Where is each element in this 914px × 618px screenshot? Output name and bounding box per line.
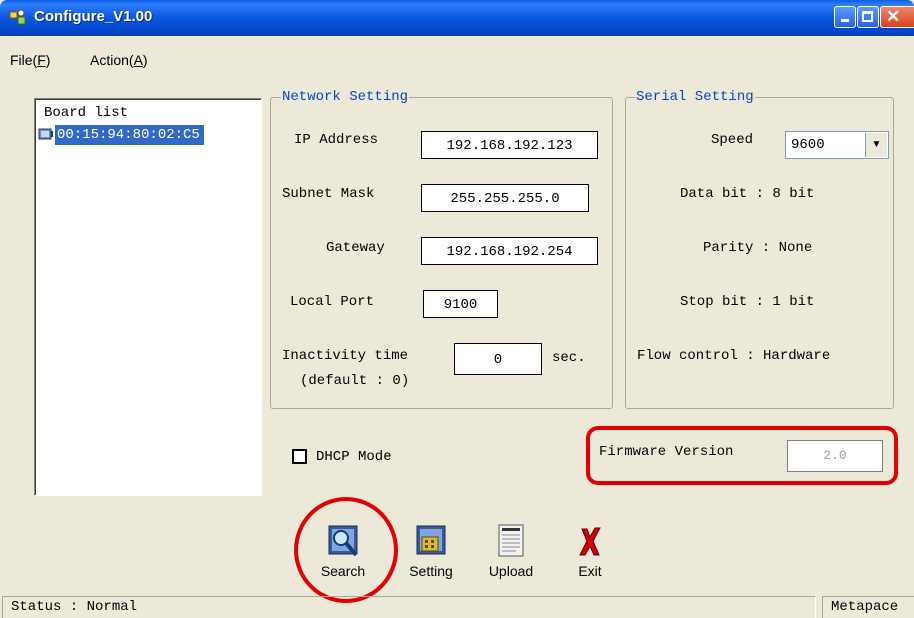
data-bit-text: Data bit : 8 bit (680, 186, 815, 202)
title-bar[interactable]: Configure_V1.00 (0, 0, 914, 36)
inactivity-unit-label: sec. (552, 350, 586, 366)
local-port-input[interactable]: 9100 (423, 290, 498, 318)
inactivity-time-label: Inactivity time (282, 348, 409, 364)
dhcp-label: DHCP Mode (316, 449, 392, 465)
speed-value: 9600 (791, 137, 825, 153)
exit-label: Exit (578, 563, 602, 579)
stop-bit-text: Stop bit : 1 bit (680, 294, 815, 310)
serial-setting-title: Serial Setting (635, 89, 755, 105)
status-company: Metapace (822, 596, 914, 618)
firmware-highlight-annotation (586, 426, 898, 485)
dhcp-checkbox[interactable] (292, 449, 307, 464)
setting-icon (416, 525, 446, 555)
menu-file[interactable]: File(F) (10, 52, 50, 68)
gateway-label: Gateway (326, 240, 385, 256)
subnet-mask-label: Subnet Mask (282, 186, 375, 202)
parity-text: Parity : None (703, 240, 813, 256)
speed-select[interactable]: 9600 ▼ (785, 131, 889, 159)
status-bar: Status : Normal Metapace (0, 594, 914, 618)
upload-label: Upload (488, 563, 534, 579)
ip-address-label: IP Address (294, 132, 379, 148)
window-title: Configure_V1.00 (34, 8, 153, 25)
board-icon (38, 128, 53, 140)
network-setting-title: Network Setting (281, 89, 410, 105)
inactivity-time-input[interactable]: 0 (454, 343, 542, 375)
upload-icon (498, 524, 524, 557)
speed-label: Speed (711, 132, 754, 148)
board-list-item[interactable]: 00:15:94:80:02:C5 (55, 125, 204, 145)
exit-x-icon (579, 527, 601, 556)
setting-button[interactable]: Setting (398, 515, 464, 585)
setting-label: Setting (409, 563, 453, 579)
close-button[interactable] (880, 6, 914, 28)
subnet-mask-input[interactable]: 255.255.255.0 (421, 184, 589, 212)
menu-action[interactable]: Action(A) (90, 52, 148, 68)
chevron-down-icon[interactable]: ▼ (865, 133, 887, 157)
gateway-input[interactable]: 192.168.192.254 (421, 237, 598, 265)
status-label: Status : Normal (11, 599, 138, 615)
local-port-label: Local Port (290, 294, 375, 310)
maximize-button[interactable] (857, 6, 879, 28)
exit-button[interactable]: Exit (557, 515, 623, 585)
inactivity-default-label: (default : 0) (300, 373, 410, 389)
board-list[interactable]: Board list (34, 98, 262, 496)
upload-button[interactable]: Upload (478, 515, 544, 585)
board-list-title: Board list (44, 105, 129, 121)
app-icon (9, 9, 26, 25)
status-company-label: Metapace (831, 599, 899, 615)
minimize-button[interactable] (834, 6, 856, 28)
search-highlight-annotation (294, 497, 398, 603)
status-text: Status : Normal (2, 596, 816, 618)
flow-control-text: Flow control : Hardware (637, 348, 831, 364)
ip-address-input[interactable]: 192.168.192.123 (421, 131, 598, 159)
